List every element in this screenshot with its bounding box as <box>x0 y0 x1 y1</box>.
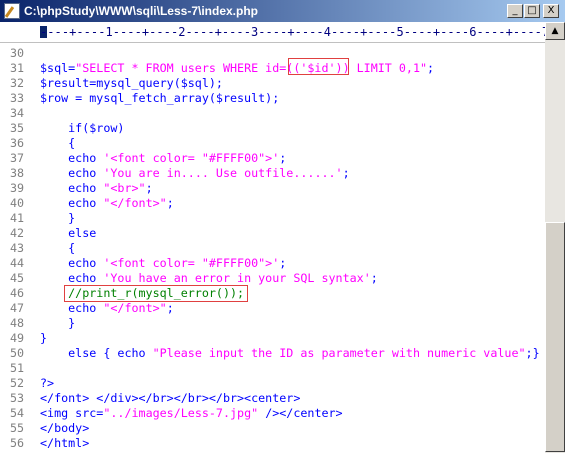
string-token: "</font>" <box>103 301 167 315</box>
code-token: echo <box>40 301 104 315</box>
code-token: else { echo <box>40 346 153 360</box>
line-number: 45 <box>10 271 25 285</box>
line-number: 30 <box>10 46 25 60</box>
code-token: ; <box>145 181 153 195</box>
code-text: { <box>40 241 76 255</box>
code-text: </body> <box>40 421 90 435</box>
close-button[interactable]: X <box>543 4 559 18</box>
code-token: echo <box>40 166 104 180</box>
string-token: "../images/Less-7.jpg" <box>103 406 259 420</box>
minimize-button[interactable]: _ <box>507 4 523 18</box>
string-token: "SELECT * FROM users WHERE id=(('$id')) … <box>75 61 428 75</box>
code-text: echo 'You are in.... Use outfile......'; <box>40 166 350 181</box>
code-text: echo '<font color= "#FFFF00">'; <box>40 151 286 166</box>
code-text: echo 'You have an error in your SQL synt… <box>40 271 378 286</box>
code-text: echo '<font color= "#FFFF00">'; <box>40 256 286 271</box>
line-number: 46 <box>10 286 25 300</box>
comment-token: //print_r(mysql_error()); <box>40 286 245 300</box>
code-text: </html> <box>40 436 90 450</box>
line-number: 52 <box>10 376 25 390</box>
vertical-scrollbar[interactable]: ▲ <box>545 22 565 453</box>
line-number: 53 <box>10 391 25 405</box>
line-number: 54 <box>10 406 25 420</box>
line-number: 51 <box>10 361 25 375</box>
line-number: 42 <box>10 226 25 240</box>
code-text: <img src="../images/Less-7.jpg" /></cent… <box>40 406 343 421</box>
code-token: <img src= <box>40 406 104 420</box>
line-number: 39 <box>10 181 25 195</box>
code-text: } <box>40 331 48 345</box>
code-editor[interactable]: 30 31 $sql="SELECT * FROM users WHERE id=(… <box>0 43 545 453</box>
line-number: 35 <box>10 121 25 135</box>
code-text: else <box>40 226 97 240</box>
code-token: echo <box>40 181 104 195</box>
code-text: { <box>40 136 76 150</box>
window-title: C:\phpStudy\WWW\sqli\Less-7\index.php <box>24 4 258 18</box>
scroll-up-arrow-icon[interactable]: ▲ <box>545 22 565 40</box>
string-token: "</font>" <box>103 196 167 210</box>
line-number: 50 <box>10 346 25 360</box>
code-token: echo <box>40 151 104 165</box>
code-text: echo "<br>"; <box>40 181 153 196</box>
code-text: $result=mysql_query($sql); <box>40 76 223 90</box>
line-number: 47 <box>10 301 25 315</box>
maximize-button[interactable]: □ <box>524 4 540 18</box>
string-token: "<br>" <box>103 181 146 195</box>
ruler-ticks: ----+----1----+----2----+----3----+----4… <box>40 25 565 39</box>
line-number: 34 <box>10 106 25 120</box>
column-ruler: ----+----1----+----2----+----3----+----4… <box>0 22 565 43</box>
string-token: '<font color= "#FFFF00">' <box>103 151 280 165</box>
line-number: 33 <box>10 91 25 105</box>
code-text: //print_r(mysql_error()); <box>40 286 244 301</box>
line-number: 48 <box>10 316 25 330</box>
editor-app-icon[interactable] <box>4 3 20 19</box>
line-number: 36 <box>10 136 25 150</box>
scrollbar-thumb[interactable] <box>545 222 565 452</box>
line-number: 41 <box>10 211 25 225</box>
line-number: 31 <box>10 61 25 75</box>
code-token: ; <box>427 61 435 75</box>
code-token: ; <box>279 151 287 165</box>
code-text: $sql="SELECT * FROM users WHERE id=(('$i… <box>40 61 434 76</box>
line-number: 55 <box>10 421 25 435</box>
code-token: ;} <box>525 346 540 360</box>
code-text: $row = mysql_fetch_array($result); <box>40 91 280 105</box>
code-token: ; <box>370 271 378 285</box>
line-number: 32 <box>10 76 25 90</box>
code-token: $sql= <box>40 61 76 75</box>
code-token: ; <box>166 301 174 315</box>
line-number: 38 <box>10 166 25 180</box>
code-token: /></center> <box>258 406 343 420</box>
title-bar[interactable]: C:\phpStudy\WWW\sqli\Less-7\index.php _ … <box>0 0 565 22</box>
code-text: else { echo "Please input the ID as para… <box>40 346 540 361</box>
line-number: 43 <box>10 241 25 255</box>
code-text: ?> <box>40 376 55 390</box>
code-token: echo <box>40 196 104 210</box>
code-text: echo "</font>"; <box>40 301 174 316</box>
line-number: 49 <box>10 331 25 345</box>
code-token: ; <box>342 166 350 180</box>
code-text: </font> </div></br></br></br><center> <box>40 391 301 405</box>
string-token: 'You have an error in your SQL syntax' <box>103 271 371 285</box>
code-token: echo <box>40 271 104 285</box>
string-token: '<font color= "#FFFF00">' <box>103 256 280 270</box>
code-text: } <box>40 316 76 330</box>
line-number: 40 <box>10 196 25 210</box>
code-text: if($row) <box>40 121 125 135</box>
code-token: ; <box>279 256 287 270</box>
code-text: } <box>40 211 76 225</box>
string-token: 'You are in.... Use outfile......' <box>103 166 343 180</box>
code-token: echo <box>40 256 104 270</box>
line-number: 44 <box>10 256 25 270</box>
code-token: ; <box>166 196 174 210</box>
line-number: 56 <box>10 436 25 450</box>
code-text: echo "</font>"; <box>40 196 174 211</box>
string-token: "Please input the ID as parameter with n… <box>152 346 526 360</box>
line-number: 37 <box>10 151 25 165</box>
